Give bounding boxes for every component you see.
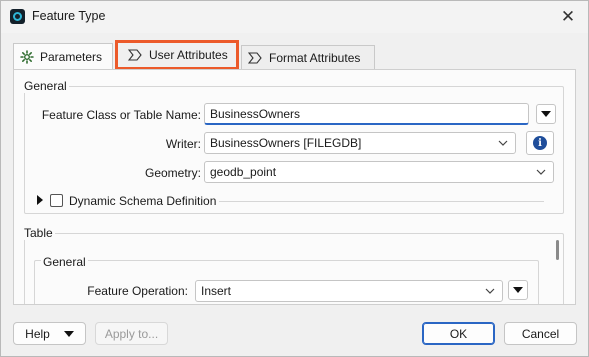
title-bar: Feature Type ✕ [1,1,588,33]
feature-operation-menu-button[interactable] [508,280,528,300]
table-group-title: Table [22,226,55,240]
chevron-down-icon [536,169,546,175]
window-title: Feature Type [32,9,106,23]
parameters-panel: General Feature Class or Table Name: Bus… [13,69,576,305]
apply-to-button-label: Apply to... [104,326,159,341]
cancel-button[interactable]: Cancel [504,322,577,345]
geometry-value: geodb_point [210,165,277,179]
ok-button[interactable]: OK [422,322,495,345]
feature-operation-label: Feature Operation: [87,284,188,298]
writer-info-button[interactable]: i [526,131,554,155]
dynamic-schema-label: Dynamic Schema Definition [69,194,217,208]
tab-format-attributes[interactable]: Format Attributes [241,45,375,69]
ok-button-label: OK [449,326,468,341]
apply-to-button[interactable]: Apply to... [95,322,168,345]
help-button-label: Help [25,326,50,341]
triangle-down-icon [513,287,523,293]
attribute-icon [128,49,143,61]
triangle-down-icon [63,330,74,337]
geometry-label: Geometry: [144,166,201,180]
tab-format-attributes-label: Format Attributes [269,50,361,65]
chevron-down-icon [498,140,508,146]
feature-class-value: BusinessOwners [210,106,301,121]
chevron-down-icon [485,288,495,294]
attribute-icon [248,51,263,64]
table-general-title: General [41,255,88,269]
tab-user-attributes-label: User Attributes [149,48,228,62]
general-group-title: General [22,79,69,93]
feature-class-menu-button[interactable] [536,104,556,124]
scrollbar-thumb[interactable] [556,240,559,260]
triangle-down-icon [541,111,551,117]
gear-icon [20,50,34,64]
dynamic-schema-checkbox[interactable] [50,194,63,207]
feature-class-input[interactable]: BusinessOwners [204,103,529,125]
close-icon: ✕ [560,7,576,26]
writer-label: Writer: [165,137,201,151]
writer-select[interactable]: BusinessOwners [FILEGDB] [204,132,516,154]
feature-operation-value: Insert [201,284,232,298]
tab-parameters[interactable]: Parameters [13,43,113,70]
geometry-select[interactable]: geodb_point [204,161,554,183]
help-button[interactable]: Help [13,322,86,345]
cancel-button-label: Cancel [521,326,560,341]
tab-user-attributes[interactable]: User Attributes [115,40,239,70]
dynamic-schema-expander[interactable] [37,195,43,205]
tab-parameters-label: Parameters [40,50,103,64]
writer-value: BusinessOwners [FILEGDB] [210,136,362,150]
feature-class-label: Feature Class or Table Name: [41,108,201,122]
info-icon: i [533,136,547,150]
divider [219,201,544,202]
feature-operation-select[interactable]: Insert [195,280,503,302]
feature-type-dialog: Feature Type ✕ Parameters User Attribute… [0,0,589,357]
close-button[interactable]: ✕ [556,5,580,29]
app-icon [10,9,25,24]
